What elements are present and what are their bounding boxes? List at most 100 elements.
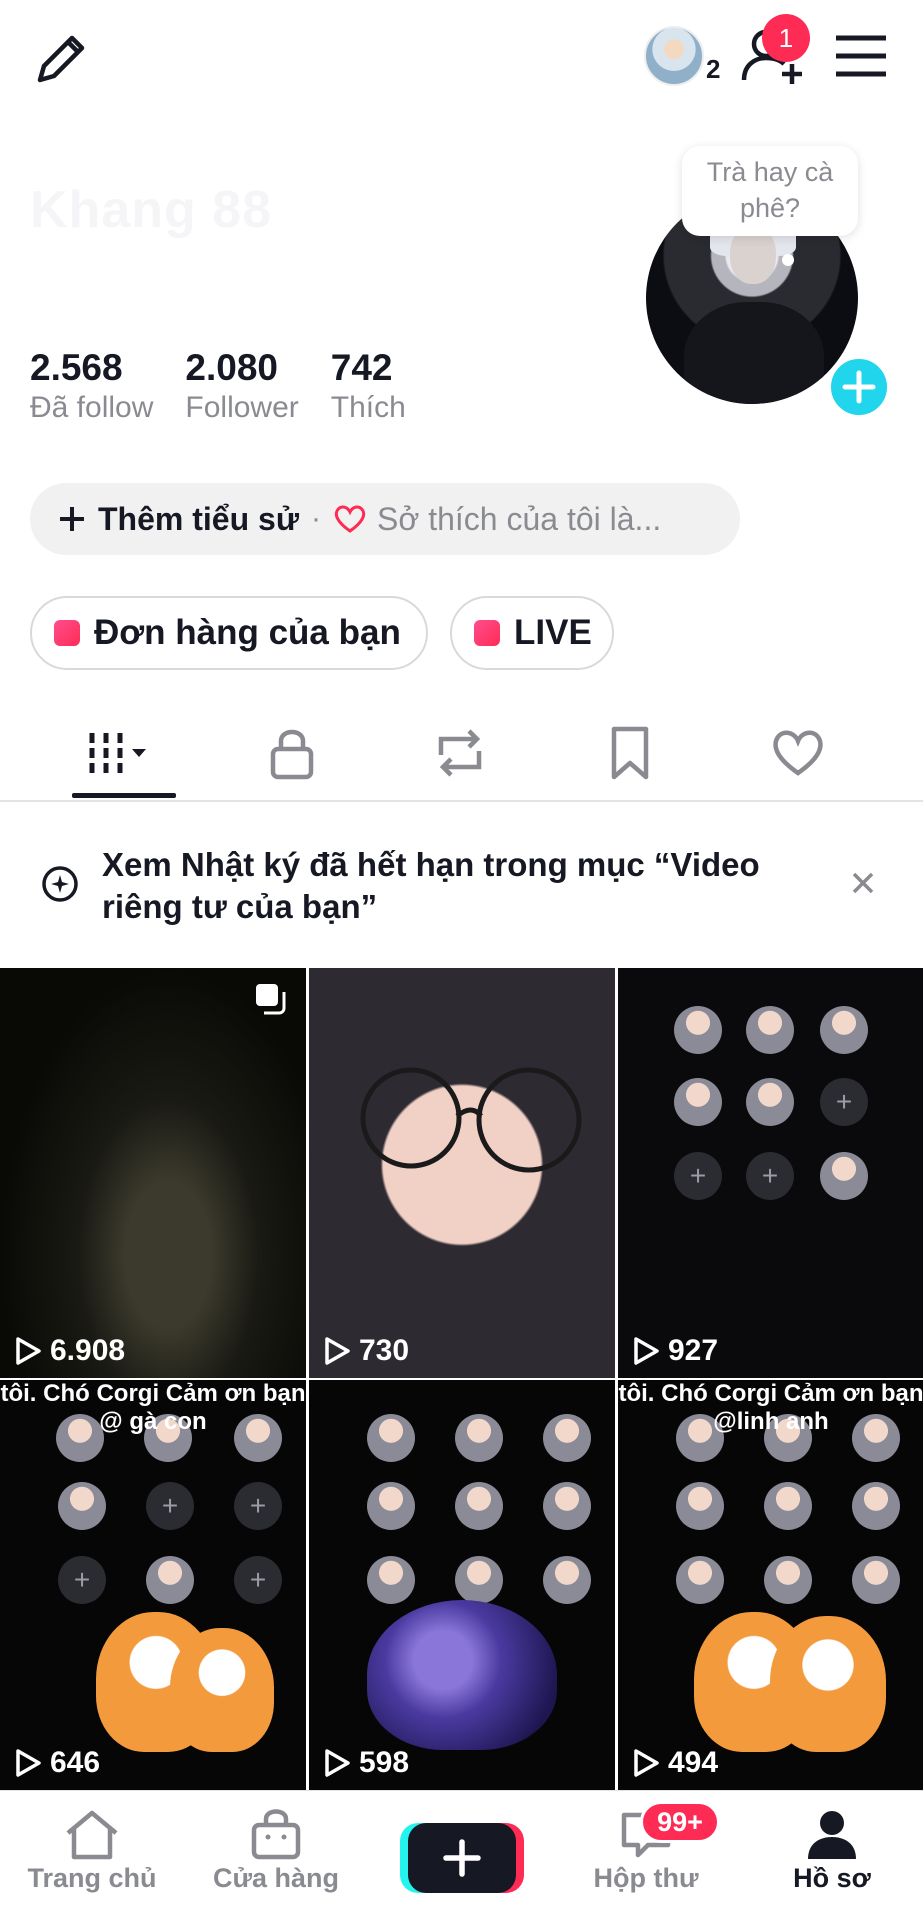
view-count: 598	[323, 1746, 409, 1780]
empty-slot: +	[820, 1078, 868, 1126]
close-icon	[852, 872, 874, 894]
lock-icon	[270, 729, 314, 780]
stat-likes-label: Thích	[330, 391, 406, 424]
tab-videos[interactable]	[62, 708, 174, 798]
home-icon	[66, 1810, 118, 1860]
edit-profile-button[interactable]	[30, 26, 94, 90]
friend-circle	[146, 1556, 194, 1604]
stat-followers-value: 2.080	[185, 347, 278, 388]
empty-slot: +	[234, 1482, 282, 1530]
multi-photo-icon	[256, 984, 286, 1015]
interests-hint: Sở thích của tôi là...	[376, 500, 662, 537]
video-thumbnail[interactable]: 730	[309, 968, 615, 1378]
view-count-value: 598	[359, 1746, 410, 1779]
pencil-icon	[37, 35, 85, 83]
shopping-bag-icon	[54, 620, 80, 646]
view-count: 494	[632, 1746, 718, 1780]
friend-circle	[746, 1078, 794, 1126]
friend-circle	[676, 1556, 724, 1604]
video-thumbnail[interactable]: 598	[309, 1380, 615, 1790]
grape-balloon-sticker	[367, 1600, 557, 1750]
play-icon	[634, 1749, 659, 1777]
view-count-value: 6.908	[50, 1334, 126, 1367]
stat-following[interactable]: 2.568 Đã follow	[30, 346, 153, 426]
play-icon	[16, 1337, 41, 1365]
live-button[interactable]: LIVE	[450, 596, 614, 670]
stat-likes[interactable]: 742 Thích	[331, 346, 406, 426]
friend-circle	[674, 1006, 722, 1054]
tab-liked[interactable]	[742, 708, 854, 798]
notice-text: Xem Nhật ký đã hết hạn trong mục “Video …	[102, 846, 760, 925]
bookmark-icon	[611, 726, 649, 780]
avatar-note-bubble[interactable]: Trà hay cà phê?	[682, 146, 858, 236]
play-icon	[325, 1337, 350, 1365]
view-count: 6.908	[14, 1334, 125, 1368]
friend-circle	[543, 1556, 591, 1604]
empty-slot: +	[234, 1556, 282, 1604]
top-bar: 2 1	[0, 0, 923, 110]
bio-pill[interactable]: Thêm tiểu sử · Sở thích của tôi là...	[30, 483, 740, 555]
friends-button[interactable]: 2	[644, 24, 724, 88]
plus-icon	[842, 370, 876, 404]
empty-slot: +	[146, 1482, 194, 1530]
live-label: LIVE	[514, 613, 592, 652]
friend-circle	[764, 1556, 812, 1604]
video-thumbnail[interactable]: + + + + tôi. Chó Corgi Cảm ơn bạn @ gà c…	[0, 1380, 306, 1790]
view-count-value: 494	[668, 1746, 719, 1779]
empty-slot: +	[674, 1152, 722, 1200]
orders-button[interactable]: Đơn hàng của bạn	[30, 596, 428, 670]
stat-followers[interactable]: 2.080 Follower	[185, 346, 298, 426]
video-thumbnail[interactable]: tôi. Chó Corgi Cảm ơn bạn @linh anh 494	[618, 1380, 923, 1790]
corgi-sticker	[770, 1616, 886, 1752]
video-caption: tôi. Chó Corgi Cảm ơn bạn @ gà con	[0, 1380, 306, 1435]
video-caption: tôi. Chó Corgi Cảm ơn bạn @linh anh	[618, 1380, 923, 1435]
glasses-filter	[360, 1067, 582, 1173]
video-thumbnail[interactable]: + + + 927	[618, 968, 923, 1378]
menu-button[interactable]	[832, 30, 890, 82]
add-bio-label: Thêm tiểu sử	[98, 500, 299, 537]
view-count: 646	[14, 1746, 100, 1780]
friend-circle	[367, 1556, 415, 1604]
friend-circle	[543, 1414, 591, 1462]
shopping-bag-icon	[251, 1809, 301, 1860]
avatar-figure	[684, 302, 824, 404]
expired-diary-notice[interactable]: Xem Nhật ký đã hết hạn trong mục “Video …	[0, 804, 923, 968]
close-notice-button[interactable]	[846, 866, 880, 905]
friend-circle	[367, 1414, 415, 1462]
friend-circle	[455, 1414, 503, 1462]
friend-circle	[455, 1482, 503, 1530]
nav-profile[interactable]: Hồ sơ	[752, 1799, 912, 1909]
add-story-button[interactable]	[826, 354, 892, 420]
tab-reposts[interactable]	[404, 708, 516, 798]
create-button[interactable]	[408, 1823, 516, 1893]
orders-label: Đơn hàng của bạn	[94, 613, 401, 652]
profile-tabs	[0, 708, 923, 802]
hamburger-icon	[836, 35, 886, 77]
friend-avatar	[644, 26, 704, 86]
tab-private[interactable]	[236, 708, 348, 798]
stat-following-value: 2.568	[30, 347, 123, 388]
view-count: 730	[323, 1334, 409, 1368]
video-thumbnail[interactable]: 6.908	[0, 968, 306, 1378]
plus-icon	[60, 507, 84, 531]
friend-circle	[676, 1482, 724, 1530]
friend-circle	[820, 1152, 868, 1200]
stat-followers-label: Follower	[185, 391, 299, 424]
friends-count: 2	[706, 54, 721, 84]
profile-stats: 2.568 Đã follow 2.080 Follower 742 Thích	[30, 346, 438, 426]
bio-separator: ·	[310, 502, 321, 535]
video-grid: 6.908 730 + + + 927 + + + + tôi. Chó Cor…	[0, 968, 923, 1790]
friend-circle	[543, 1482, 591, 1530]
nav-shop[interactable]: Cửa hàng	[196, 1799, 356, 1909]
friend-circle	[367, 1482, 415, 1530]
tab-saved[interactable]	[574, 708, 686, 798]
active-tab-indicator	[72, 793, 176, 798]
nav-home[interactable]: Trang chủ	[12, 1799, 172, 1909]
corgi-sticker	[170, 1628, 274, 1752]
stat-following-label: Đã follow	[30, 391, 154, 424]
friend-circle	[852, 1556, 900, 1604]
empty-slot: +	[58, 1556, 106, 1604]
view-count-value: 927	[668, 1334, 719, 1367]
live-bars-icon	[474, 620, 500, 646]
play-icon	[325, 1749, 350, 1777]
